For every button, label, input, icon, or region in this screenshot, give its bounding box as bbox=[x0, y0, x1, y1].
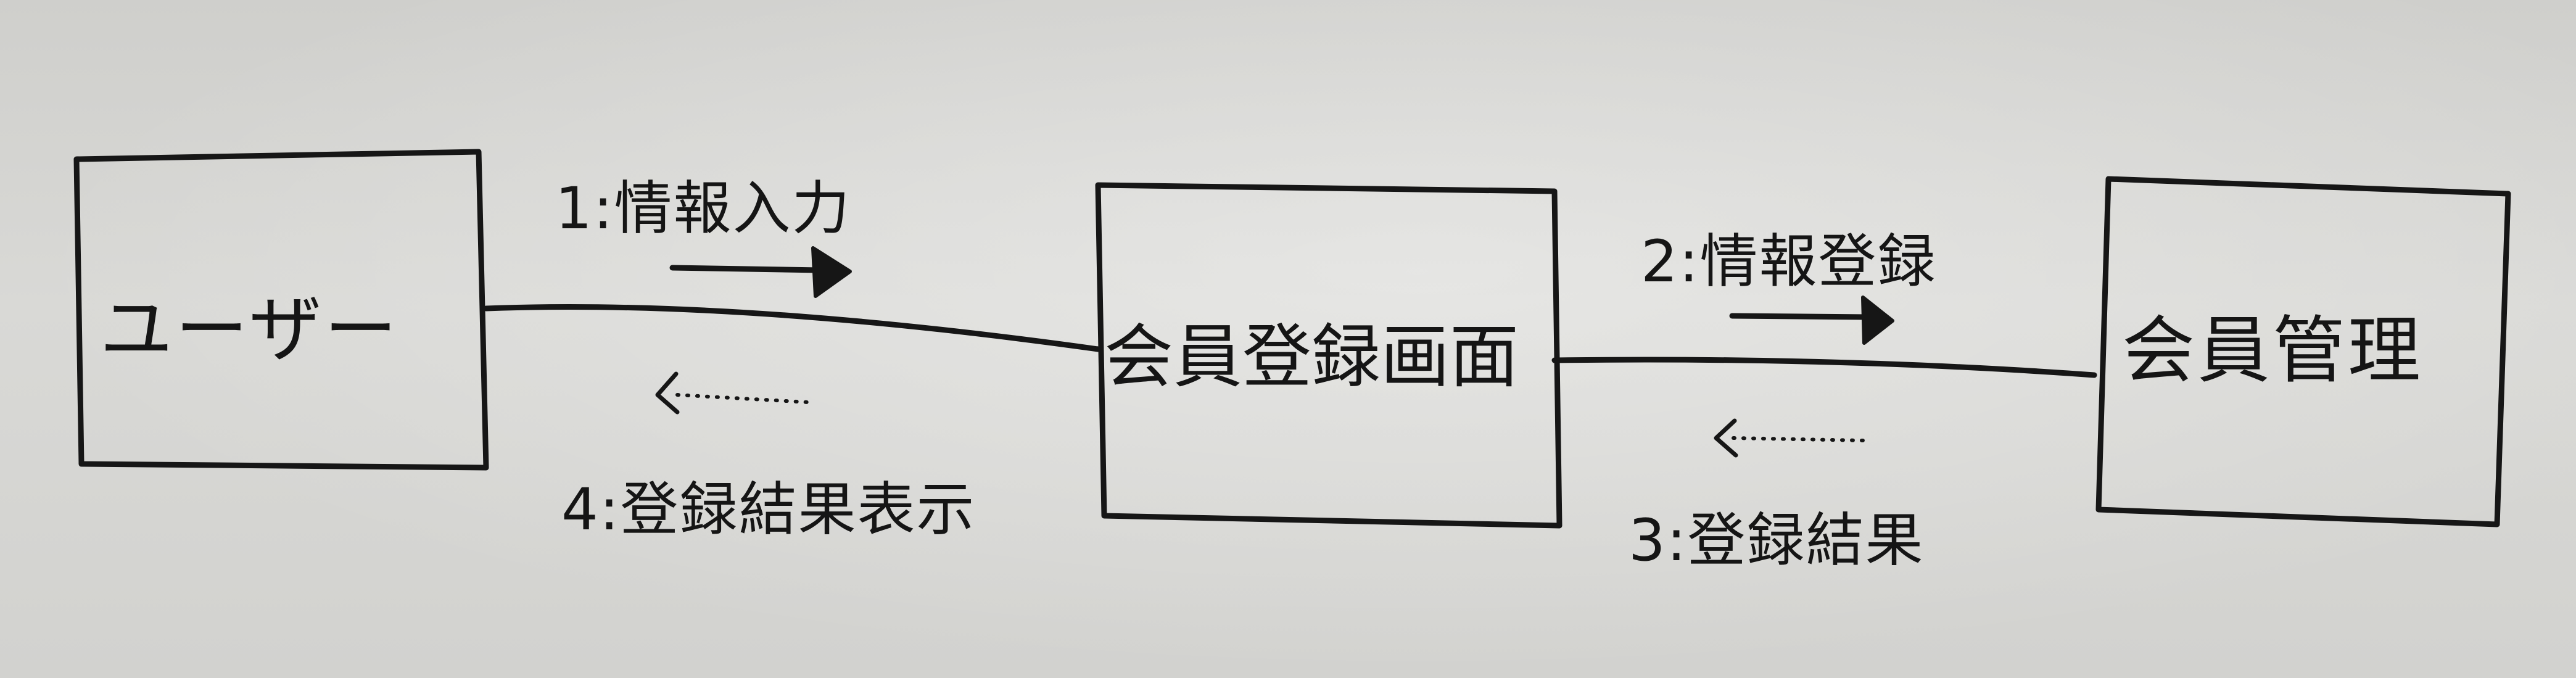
message-1-label: 1:情報入力 bbox=[555, 175, 851, 242]
user-label: ユーザー bbox=[100, 287, 400, 372]
message-3-label: 3:登録結果 bbox=[1629, 507, 1925, 574]
arrow-1-head bbox=[811, 246, 852, 298]
arrow-3-dotted-shaft bbox=[1732, 436, 1865, 442]
link-user-screen bbox=[483, 304, 1101, 352]
arrow-2-head bbox=[1861, 296, 1894, 345]
message-4-label: 4:登録結果表示 bbox=[561, 476, 976, 544]
whiteboard: ユーザー 会員登録画面 会員管理 1:情報入力 2:情報登録 3:登録結果 4:… bbox=[0, 0, 2576, 678]
registration-screen-label: 会員登録画面 bbox=[1104, 317, 1519, 397]
arrow-1-shaft bbox=[669, 265, 824, 273]
arrow-2-shaft bbox=[1729, 313, 1872, 320]
member-management-label: 会員管理 bbox=[2122, 308, 2424, 393]
message-2-label: 2:情報登録 bbox=[1641, 228, 1937, 296]
arrow-4-dotted-shaft bbox=[675, 393, 810, 404]
arrow-4-head bbox=[655, 371, 680, 415]
link-screen-management bbox=[1551, 357, 2097, 378]
